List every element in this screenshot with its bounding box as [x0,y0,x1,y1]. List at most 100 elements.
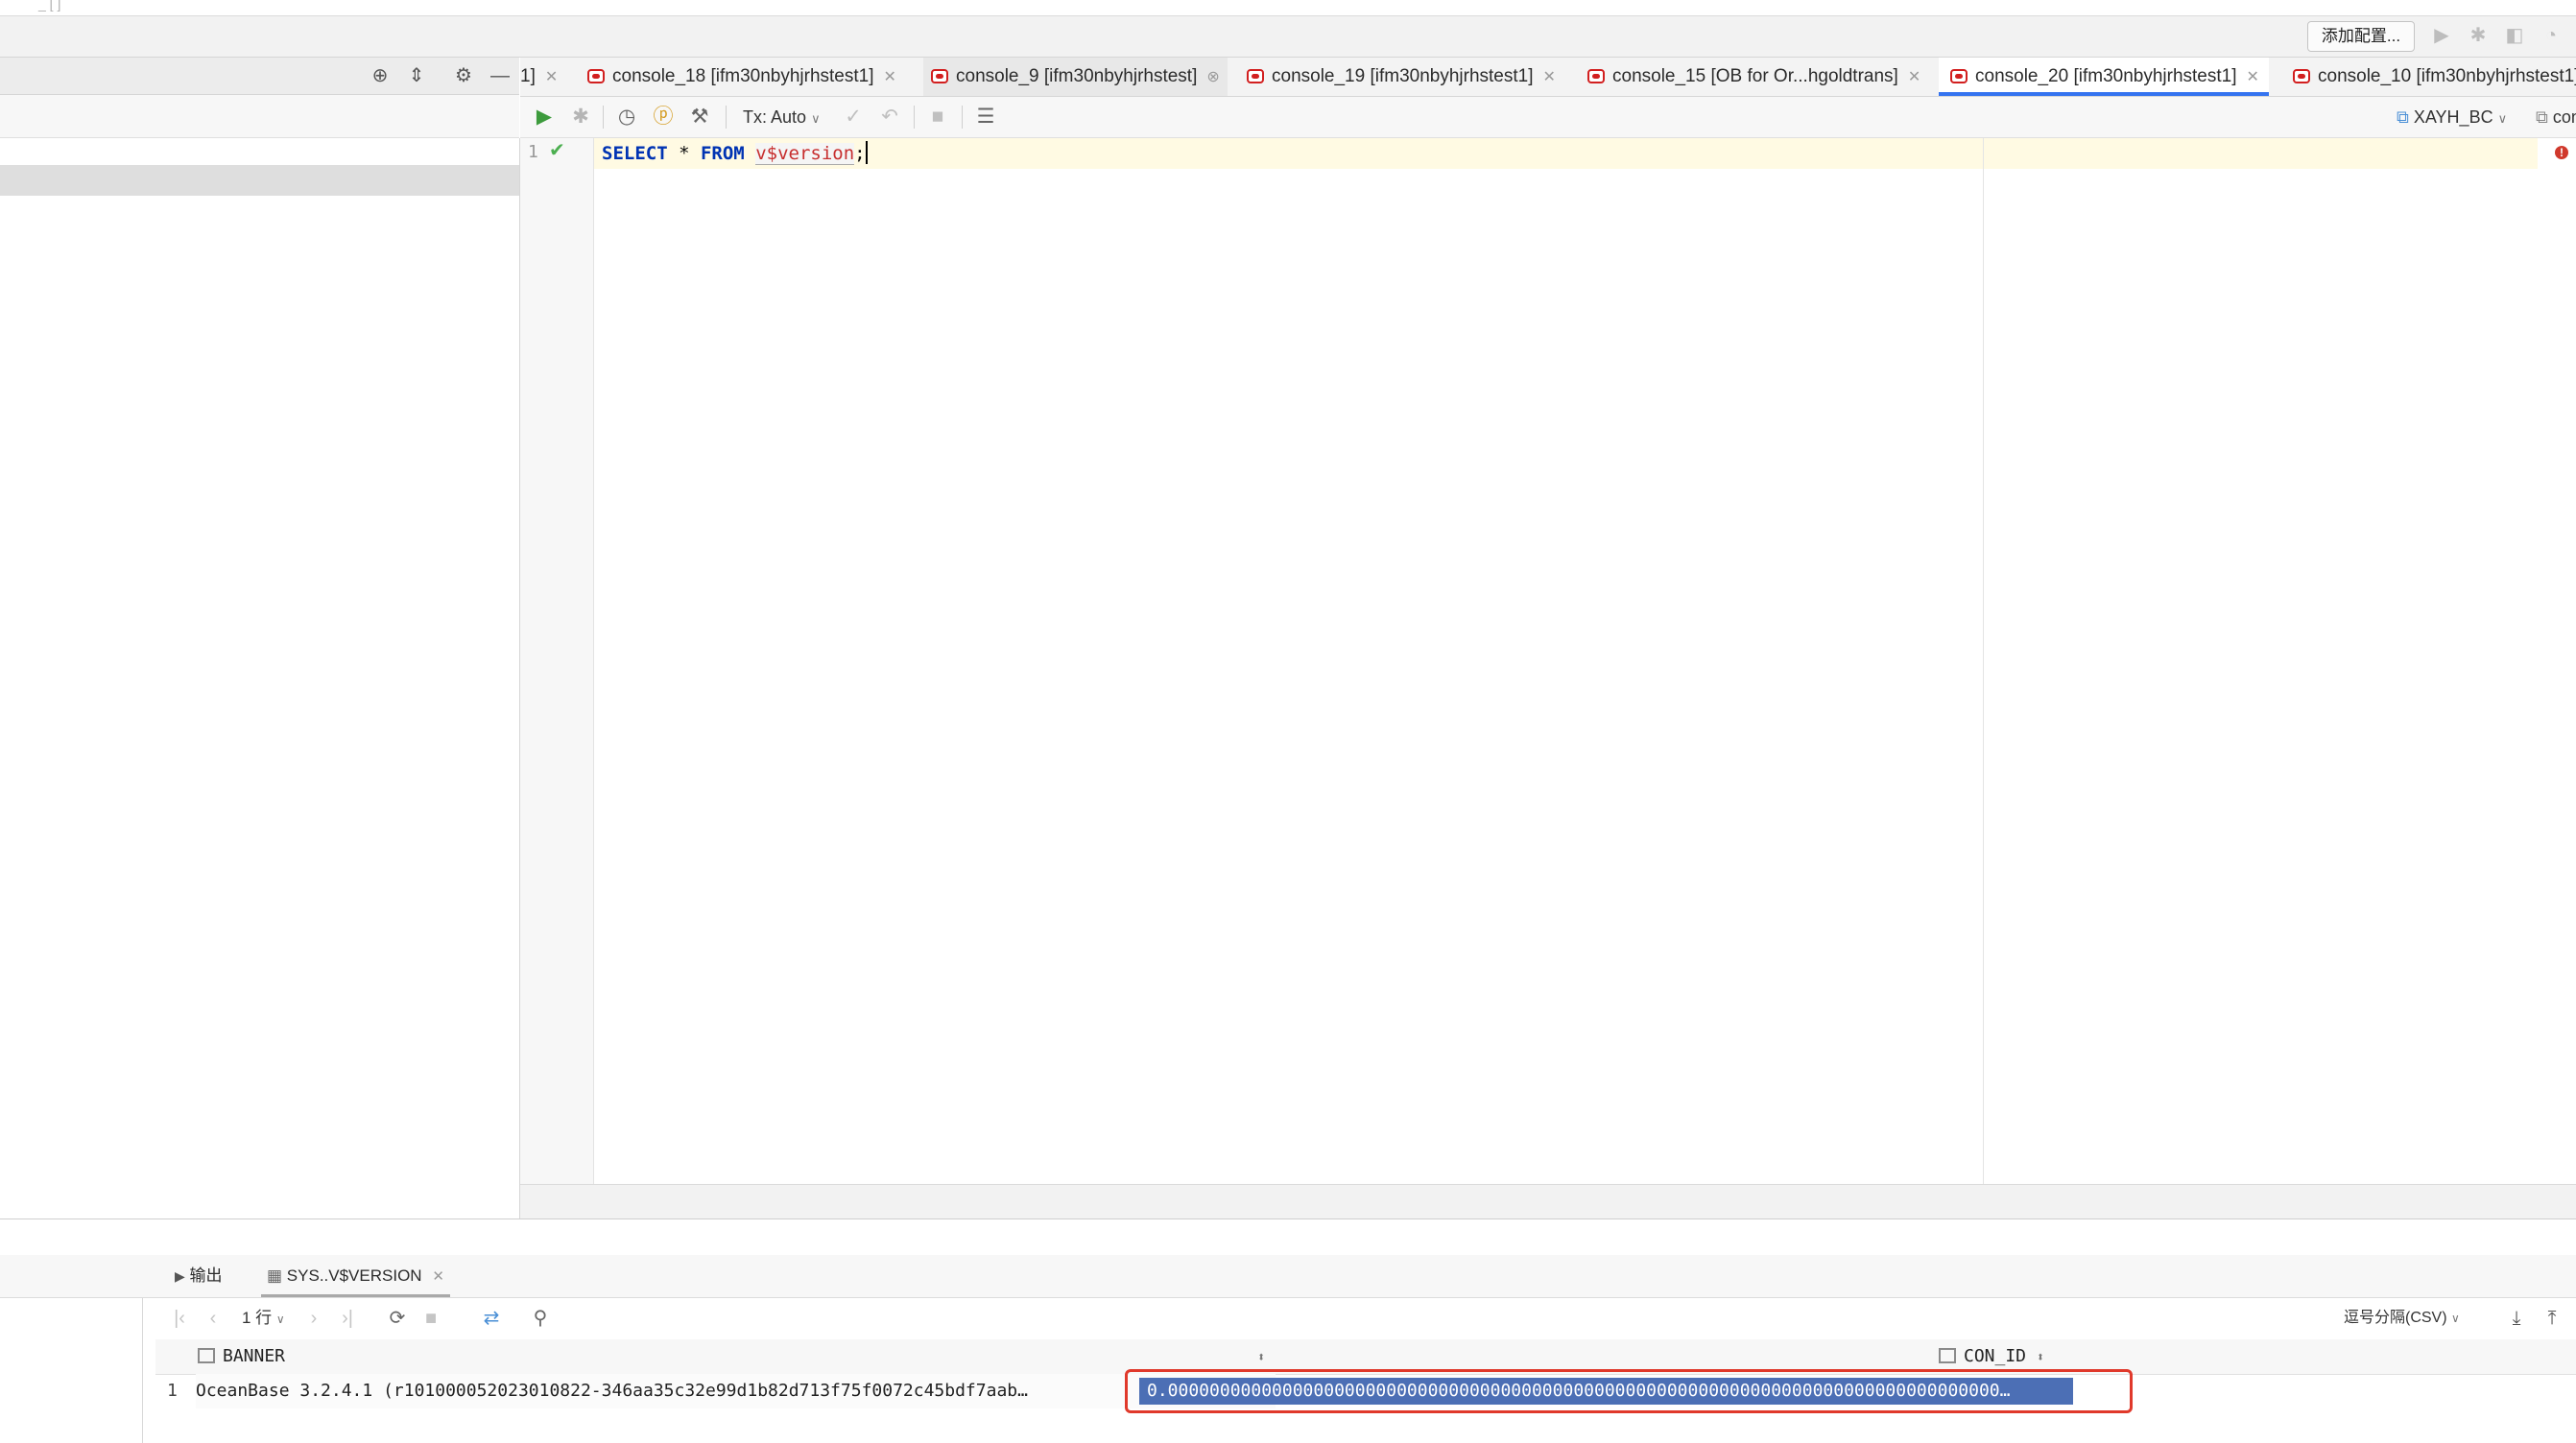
column-icon [1939,1348,1956,1363]
results-toolbar: |‹ ‹ 1 行 ∨ › ›| ⟳ ■ ⇄ ⚲ 逗号分隔(CSV) ∨ ⤓ ⤒ [155,1298,2576,1338]
chevron-down-icon: ∨ [811,111,821,126]
tab-label: console_20 [ifm30nbyhjrhstest1] [1975,66,2237,86]
close-icon[interactable]: ✕ [884,69,896,85]
column-icon [198,1348,215,1363]
sort-icon[interactable]: ⬍ [2037,1350,2044,1365]
column-header-banner[interactable]: BANNER [198,1339,285,1374]
toolbar-divider [914,106,915,129]
sql-terminator: ; [854,143,866,164]
tab-partial[interactable]: 1] ✕ [520,58,558,96]
database-icon [2293,69,2310,83]
profile-icon[interactable]: ◔ [2538,22,2564,49]
commit-icon[interactable]: ✓ [839,103,868,131]
stop-icon[interactable]: ■ [923,103,952,131]
execute-icon[interactable]: ▶ [530,103,559,131]
upload-icon[interactable]: ⤒ [2538,1304,2566,1333]
tab-result-sys-v-version[interactable]: ▦ SYS..V$VERSION ✕ [261,1255,450,1297]
chevron-down-icon: ∨ [275,1313,285,1326]
close-icon[interactable]: ✕ [2247,69,2259,85]
session-label: consc [2552,107,2576,127]
parameters-icon[interactable]: ⓟ [649,103,678,131]
sql-keyword: FROM [700,143,745,164]
console-icon: ▶ [175,1268,185,1284]
refresh-icon[interactable]: ⟳ [383,1304,412,1333]
editor-gutter: 1 ✔ [520,138,594,1184]
tab-console-19[interactable]: console_19 [ifm30nbyhjrhstest1] ✕ [1247,58,1556,96]
table-icon: ▦ [267,1266,283,1285]
tab-console-20[interactable]: console_20 [ifm30nbyhjrhstest1] ✕ [1939,58,2269,96]
toolbar-divider [603,106,604,129]
add-configuration-button[interactable]: 添加配置... [2307,21,2415,52]
sql-statement[interactable]: SELECT * FROM v$version; [602,141,868,166]
rollback-icon[interactable]: ↶ [875,103,904,131]
column-name: CON_ID [1964,1346,2027,1366]
last-page-icon[interactable]: ›| [333,1304,362,1333]
close-icon[interactable]: ✕ [1543,69,1556,85]
export-format-select[interactable]: 逗号分隔(CSV) ∨ [2344,1304,2460,1333]
previous-page-icon[interactable]: ‹ [199,1304,227,1333]
row-count-select[interactable]: 1 行 ∨ [242,1304,285,1333]
output-layout-icon[interactable]: ☰ [971,103,1000,131]
services-tab-bar: ▶ 输出 ▦ SYS..V$VERSION ✕ [0,1255,2576,1298]
gear-icon[interactable]: ⚙ [449,61,478,90]
chevron-down-icon: ∨ [2497,111,2508,126]
database-explorer-toolbar [0,95,519,138]
sql-editor[interactable]: SELECT * FROM v$version; ! [594,138,2576,1184]
collapse-all-icon[interactable]: ⇕ [402,61,431,90]
settings-wrench-icon[interactable]: ⚒ [685,103,714,131]
export-format-label: 逗号分隔(CSV) [2344,1310,2447,1326]
database-icon [1587,69,1605,83]
debug-icon[interactable]: ✱ [566,103,595,131]
tab-output[interactable]: ▶ 输出 [175,1255,223,1297]
history-icon[interactable]: ◷ [612,103,641,131]
next-page-icon[interactable]: › [299,1304,328,1333]
minimize-icon[interactable]: — [486,61,514,90]
close-icon[interactable]: ✕ [545,69,558,85]
text-caret [865,141,868,164]
sql-keyword: SELECT [602,143,668,164]
error-indicator-icon[interactable]: ! [2555,146,2568,159]
close-icon[interactable]: ✕ [1908,69,1920,85]
window-title-strip: _ [ ] [0,0,2576,16]
tab-console-18[interactable]: console_18 [ifm30nbyhjrhstest1] ✕ [587,58,896,96]
coverage-icon[interactable]: ◧ [2501,22,2528,49]
compare-icon[interactable]: ⇄ [477,1304,506,1333]
close-icon[interactable]: ✕ [432,1268,444,1285]
pin-icon[interactable]: ⚲ [526,1304,555,1333]
stop-icon[interactable]: ■ [417,1304,445,1333]
window-title: _ [ ] [38,0,61,12]
database-icon [1247,69,1264,83]
current-line-highlight [594,138,2538,169]
sql-table-name[interactable]: v$version [755,143,855,165]
run-icon[interactable]: ▶ [2428,22,2455,49]
debug-icon[interactable]: ✱ [2465,22,2492,49]
transaction-mode-select[interactable]: Tx: Auto ∨ [743,103,821,131]
tab-label: 输出 [189,1266,223,1285]
session-icon: ⧉ [2536,107,2548,127]
tab-console-15[interactable]: console_15 [OB for Or...hgoldtrans] ✕ [1587,58,1920,96]
result-grid: BANNER ⬍ CON_ID ⬍ 1 OceanBase 3.2.4.1 (r… [155,1339,2576,1443]
database-explorer-tree[interactable] [0,138,520,1218]
line-number: 1 [528,142,538,162]
toolbar-divider [726,106,727,129]
locate-icon[interactable]: ⊕ [366,61,394,90]
tab-label: SYS..V$VERSION [286,1266,422,1285]
tab-console-9[interactable]: console_9 [ifm30nbyhjrhstest] ⊗ [923,58,1228,96]
close-icon[interactable]: ⊗ [1206,69,1219,85]
session-select[interactable]: ⧉ consc [2536,103,2576,131]
panel-divider [0,1218,2576,1219]
schema-select[interactable]: ⧉ XAYH_BC ∨ [2397,103,2507,131]
transaction-mode-label: Tx: Auto [743,107,807,127]
tab-label: 1] [520,66,536,86]
cell-banner[interactable]: OceanBase 3.2.4.1 (r101000052023010822-3… [196,1374,1276,1408]
row-count-label: 1 行 [242,1309,273,1327]
tree-selected-row[interactable] [0,165,519,196]
tab-label: console_10 [ifm30nbyhjrhstest1] [2318,66,2576,86]
right-margin-guide [1983,138,1984,1184]
tab-label: console_18 [ifm30nbyhjrhstest1] [612,66,874,86]
first-page-icon[interactable]: |‹ [165,1304,194,1333]
download-icon[interactable]: ⤓ [2502,1304,2531,1333]
check-icon: ✔ [549,140,565,161]
tab-console-10[interactable]: console_10 [ifm30nbyhjrhstest1] [2293,58,2576,96]
results-left-edge [142,1298,143,1443]
